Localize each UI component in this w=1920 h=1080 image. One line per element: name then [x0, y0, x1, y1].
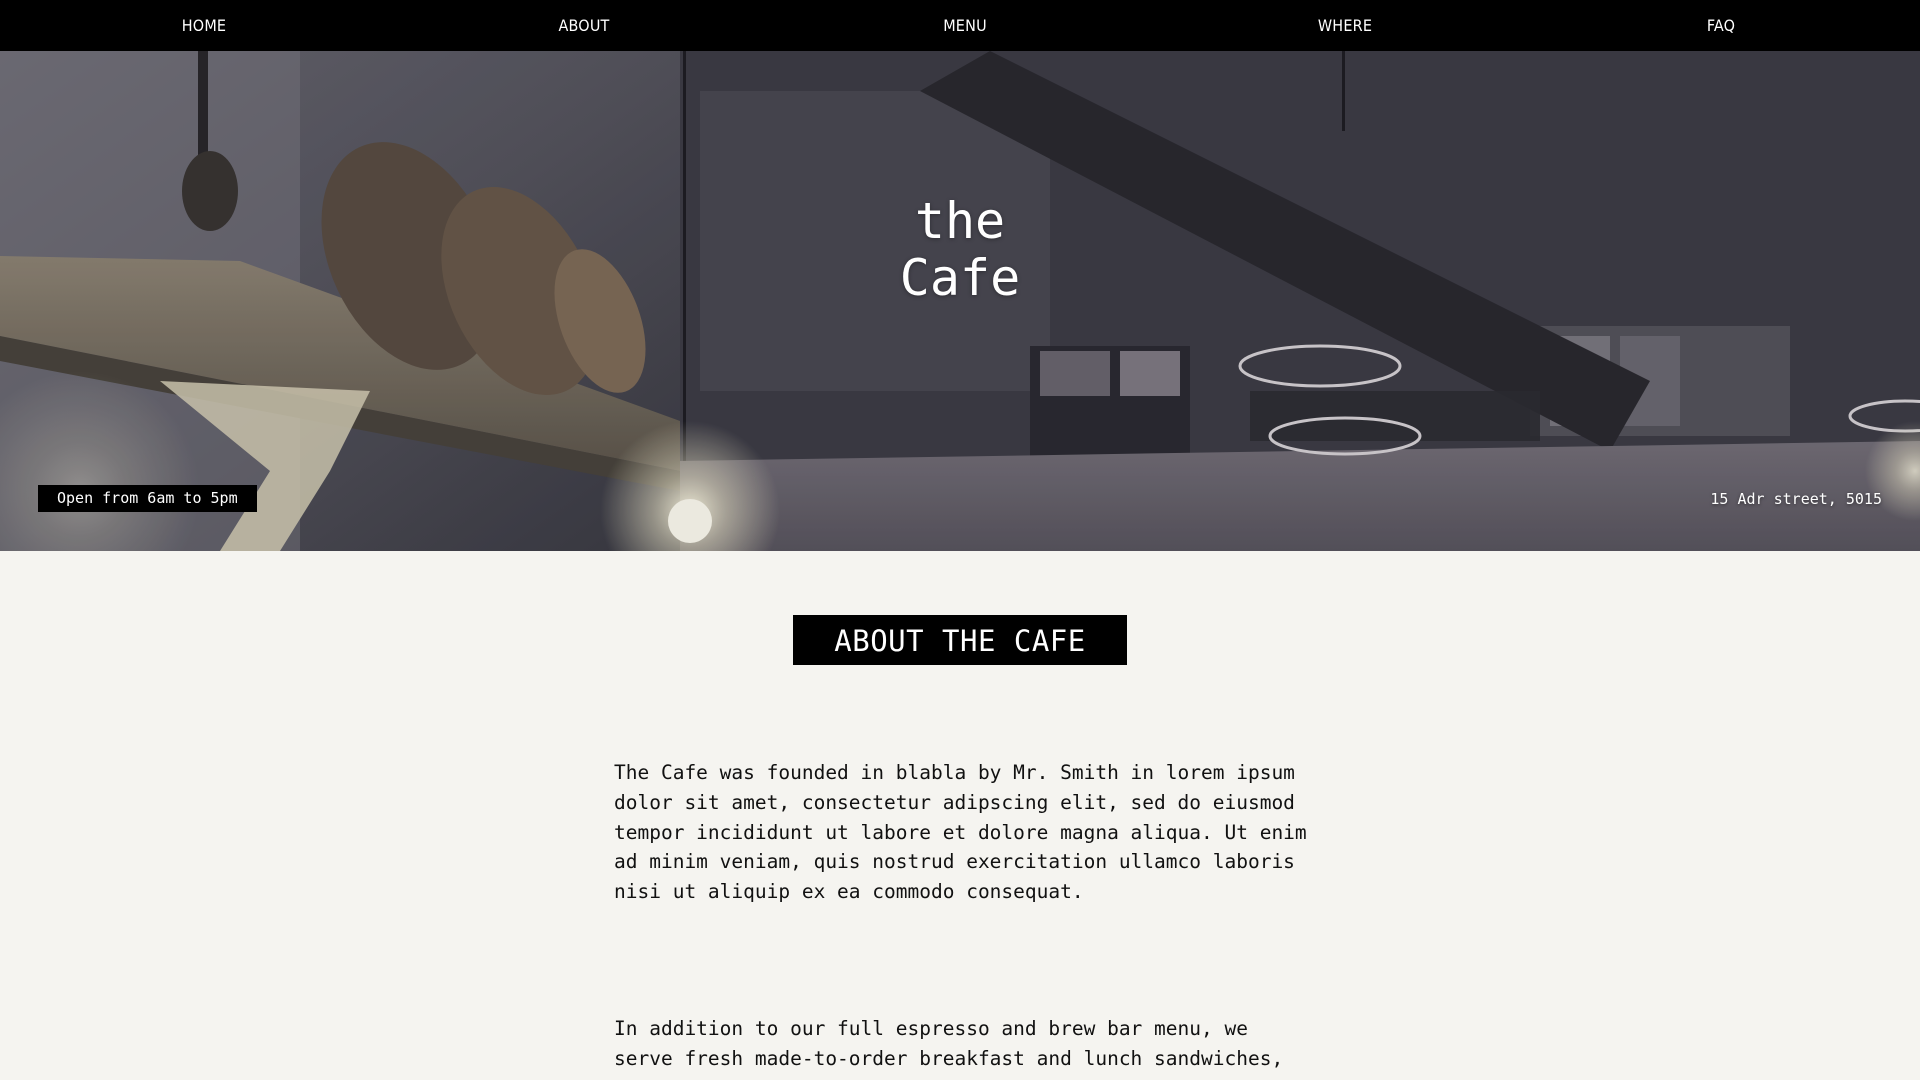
nav-home-link[interactable]: HOME	[182, 0, 226, 51]
about-paragraph-1: The Cafe was founded in blabla by Mr. Sm…	[614, 761, 1307, 904]
nav-where-link[interactable]: WHERE	[1318, 0, 1372, 51]
opening-hours-badge: Open from 6am to 5pm	[38, 485, 257, 512]
nav-about-link[interactable]: ABOUT	[558, 0, 609, 51]
hero-title: the Cafe	[0, 193, 1920, 307]
address-label: 15 Adr street, 5015	[1710, 490, 1882, 508]
about-paragraph-2: In addition to our full espresso and bre…	[614, 1017, 1284, 1070]
nav-faq-link[interactable]: FAQ	[1707, 0, 1735, 51]
hero-title-line-1: the	[914, 192, 1006, 250]
top-navigation: HOME ABOUT MENU WHERE FAQ	[0, 0, 1920, 51]
about-section-heading: ABOUT THE CAFE	[793, 615, 1127, 665]
hero-title-line-2: Cafe	[899, 249, 1021, 307]
nav-menu-link[interactable]: MENU	[943, 0, 987, 51]
hero-banner: the Cafe Open from 6am to 5pm 15 Adr str…	[0, 51, 1920, 551]
